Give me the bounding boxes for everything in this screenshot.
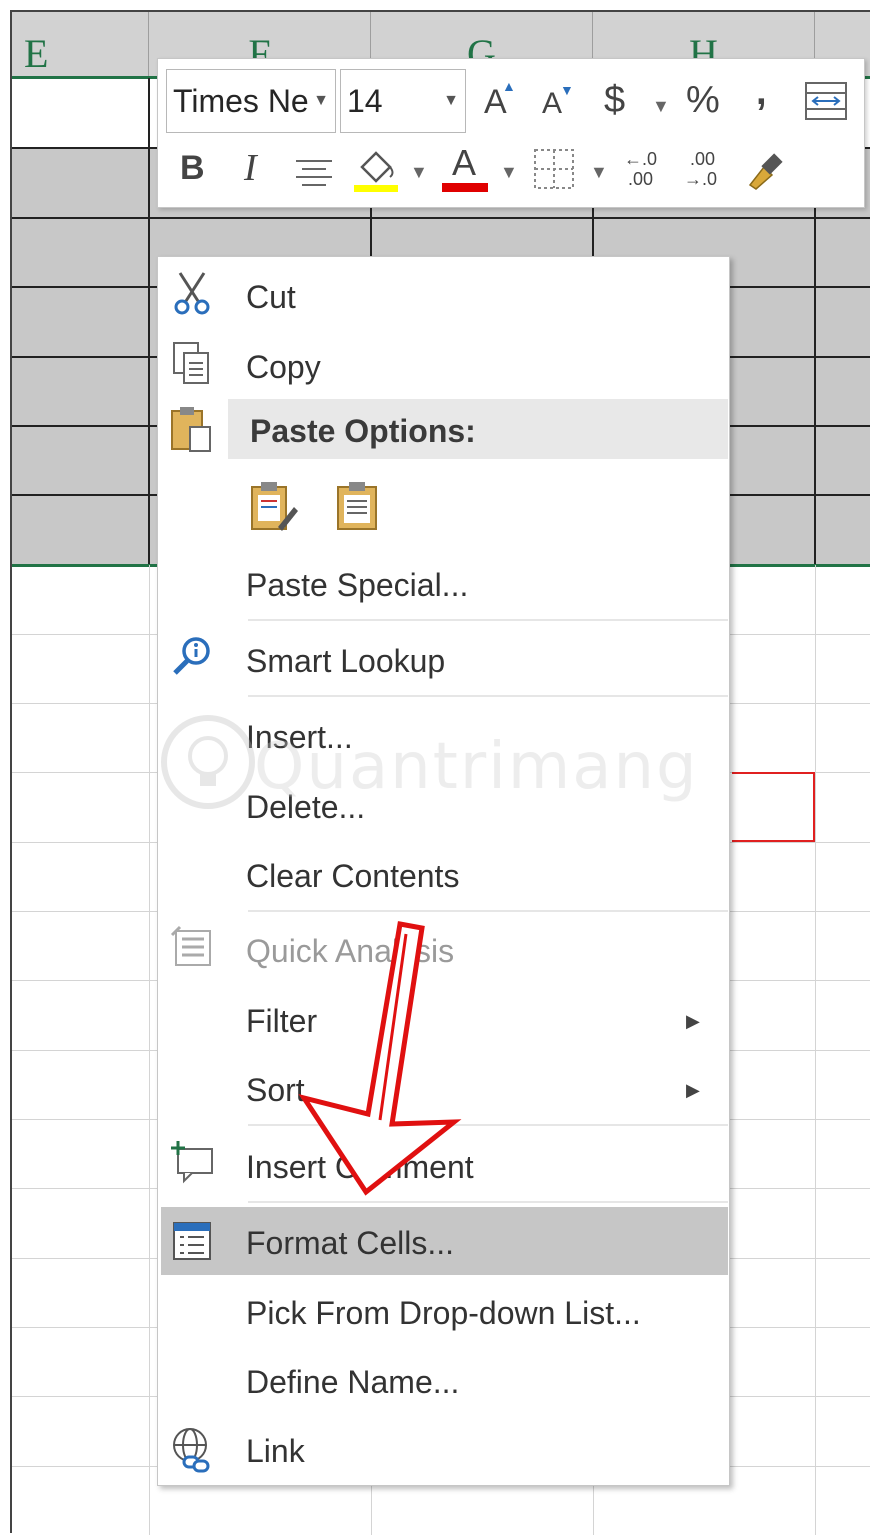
- chevron-down-icon[interactable]: ▼: [652, 97, 670, 115]
- cell[interactable]: [12, 80, 149, 147]
- merge-center-button[interactable]: [804, 81, 848, 121]
- grow-font-button[interactable]: A ▲: [484, 79, 516, 119]
- menu-separator: [248, 1201, 728, 1203]
- annotation-arrow-icon: [298, 921, 462, 1196]
- font-color-swatch: [442, 183, 488, 192]
- copy-icon: [170, 341, 214, 385]
- increase-decimal-icon: ←.0: [624, 149, 658, 169]
- decimal-label: →.0: [684, 169, 718, 189]
- paste-formatting-icon: [251, 482, 298, 531]
- submenu-arrow-icon: ▶: [686, 1080, 700, 1100]
- center-align-button[interactable]: [294, 157, 334, 187]
- accounting-format-button[interactable]: $: [604, 81, 625, 119]
- menu-item-paste-special[interactable]: Paste Special...: [246, 569, 468, 601]
- menu-item-cut[interactable]: Cut: [246, 281, 296, 313]
- align-center-icon: [296, 160, 332, 186]
- paste-options-header: Paste Options:: [250, 415, 476, 447]
- menu-item-label: Paste Special...: [246, 567, 469, 603]
- font-name-value: Times Ne: [173, 83, 309, 119]
- menu-item-format-cells[interactable]: Format Cells...: [246, 1227, 454, 1259]
- shrink-font-icon: A: [542, 87, 563, 120]
- clipboard-icon: [337, 482, 377, 530]
- menu-item-label: Format Cells...: [246, 1225, 455, 1261]
- percent-icon: %: [686, 79, 720, 121]
- paint-bucket-icon: [354, 151, 398, 192]
- decimal-label: .00: [628, 169, 654, 189]
- decrease-decimal-icon: .00: [690, 149, 716, 169]
- chevron-down-icon[interactable]: ▼: [410, 163, 428, 181]
- caret-up-icon: ▲: [502, 78, 516, 94]
- clipboard-paste-icon: [170, 405, 214, 452]
- mini-toolbar: Times Ne ▼ 14 ▼ A ▲ A ▼ $ ▼ % , B I ▼ A …: [157, 58, 865, 208]
- column-header-e[interactable]: E: [12, 12, 149, 78]
- borders-button[interactable]: [532, 147, 576, 191]
- gridline: [815, 565, 816, 1535]
- comma-style-button[interactable]: ,: [756, 73, 767, 111]
- chevron-down-icon[interactable]: ▼: [500, 163, 518, 181]
- new-comment-icon: [170, 1141, 214, 1185]
- menu-item-label: Insert...: [246, 719, 353, 755]
- decrease-decimal-button[interactable]: .00 →.0: [684, 149, 726, 193]
- menu-item-label: Clear Contents: [246, 858, 460, 894]
- menu-item-label: Paste Options:: [250, 413, 476, 449]
- menu-item-pick-from-list[interactable]: Pick From Drop-down List...: [246, 1297, 641, 1329]
- menu-item-insert[interactable]: Insert...: [246, 721, 353, 753]
- gridline: [149, 565, 150, 1535]
- menu-item-label: Cut: [246, 279, 296, 315]
- fill-color-button[interactable]: [352, 145, 400, 193]
- italic-icon: I: [244, 147, 257, 189]
- menu-separator: [248, 695, 728, 697]
- menu-item-link[interactable]: Link: [246, 1435, 305, 1467]
- percent-style-button[interactable]: %: [686, 81, 720, 119]
- menu-item-label: Define Name...: [246, 1364, 460, 1400]
- borders-icon: [534, 149, 574, 189]
- menu-item-clear-contents[interactable]: Clear Contents: [246, 860, 459, 892]
- menu-item-label: Copy: [246, 349, 321, 385]
- bold-button[interactable]: B: [180, 151, 205, 185]
- quick-analysis-icon: [170, 925, 214, 969]
- currency-icon: $: [604, 79, 626, 121]
- font-color-icon: A: [452, 142, 477, 183]
- menu-item-label: Pick From Drop-down List...: [246, 1295, 641, 1331]
- fill-color-swatch: [354, 185, 398, 192]
- chevron-down-icon: ▼: [443, 92, 459, 109]
- bold-icon: B: [180, 149, 205, 187]
- font-size-value: 14: [347, 83, 383, 119]
- menu-separator: [248, 619, 728, 621]
- scissors-icon: [170, 271, 214, 315]
- menu-item-label: Delete...: [246, 789, 366, 825]
- link-globe-icon: [170, 1425, 214, 1473]
- outlined-cell[interactable]: [732, 772, 815, 842]
- shrink-font-button[interactable]: A ▼: [542, 83, 574, 120]
- column-header-label: E: [24, 31, 49, 76]
- font-color-button[interactable]: A: [442, 145, 490, 193]
- italic-button[interactable]: I: [244, 149, 257, 187]
- smart-lookup-icon: [170, 635, 214, 679]
- format-painter-button[interactable]: [744, 145, 788, 191]
- menu-item-delete[interactable]: Delete...: [246, 791, 365, 823]
- font-name-dropdown[interactable]: Times Ne ▼: [166, 69, 336, 133]
- font-size-dropdown[interactable]: 14 ▼: [340, 69, 466, 133]
- chevron-down-icon[interactable]: ▼: [590, 163, 608, 181]
- increase-decimal-button[interactable]: ←.0 .00: [624, 149, 666, 193]
- cell-border: [12, 217, 870, 219]
- caret-down-icon: ▼: [560, 82, 574, 98]
- merge-center-icon: [805, 82, 847, 120]
- cell-border: [814, 148, 816, 564]
- paste-values-button[interactable]: [334, 479, 382, 533]
- context-menu: Cut Copy Paste Options: Paste Special...…: [157, 256, 730, 1486]
- chevron-down-icon: ▼: [311, 70, 329, 132]
- cell-border: [148, 78, 150, 564]
- paste-formatting-button[interactable]: [248, 479, 300, 533]
- menu-item-label: Smart Lookup: [246, 643, 446, 679]
- menu-item-copy[interactable]: Copy: [246, 351, 321, 383]
- menu-item-label: Link: [246, 1433, 305, 1469]
- submenu-arrow-icon: ▶: [686, 1011, 700, 1031]
- menu-item-define-name[interactable]: Define Name...: [246, 1366, 459, 1398]
- format-painter-icon: [748, 153, 783, 190]
- comma-icon: ,: [756, 71, 767, 113]
- menu-item-smart-lookup[interactable]: Smart Lookup: [246, 645, 445, 677]
- format-cells-icon: [170, 1219, 214, 1263]
